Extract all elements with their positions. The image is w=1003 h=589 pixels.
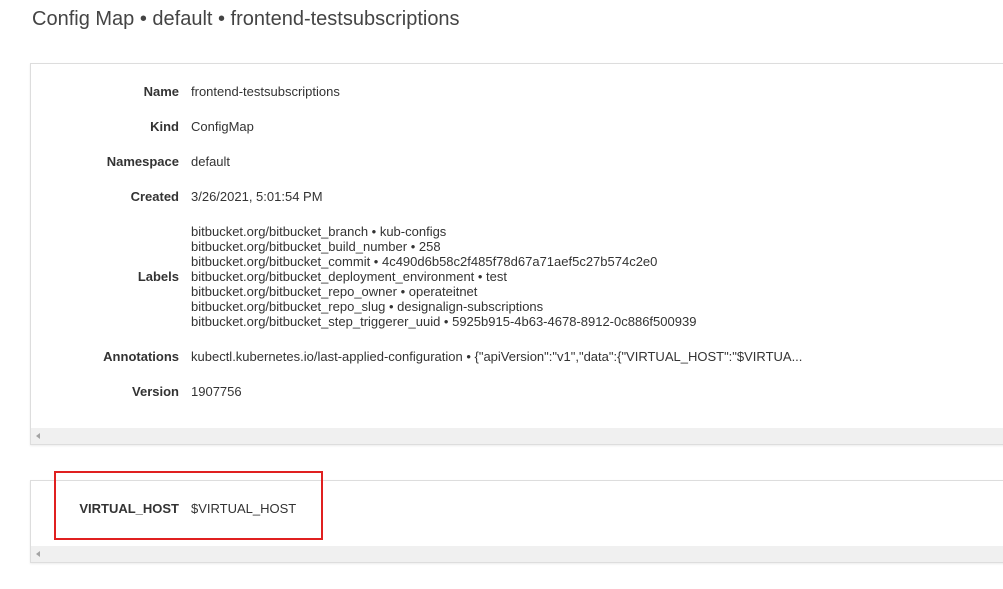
version-label: Version xyxy=(132,384,179,399)
horizontal-scrollbar[interactable] xyxy=(31,546,1003,562)
data-value: $VIRTUAL_HOST xyxy=(191,501,297,516)
label-item: bitbucket.org/bitbucket_step_triggerer_u… xyxy=(191,314,697,329)
annotations-value: kubectl.kubernetes.io/last-applied-confi… xyxy=(191,349,803,364)
label-item: bitbucket.org/bitbucket_build_number • 2… xyxy=(191,239,441,254)
created-value: 3/26/2021, 5:01:54 PM xyxy=(191,189,323,204)
namespace-link[interactable]: default xyxy=(191,154,230,169)
kind-label: Kind xyxy=(150,119,179,134)
data-panel: VIRTUAL_HOST $VIRTUAL_HOST xyxy=(30,480,1003,563)
label-item: bitbucket.org/bitbucket_branch • kub-con… xyxy=(191,224,447,239)
scroll-left-icon[interactable] xyxy=(36,551,40,557)
namespace-label: Namespace xyxy=(106,154,179,169)
label-item: bitbucket.org/bitbucket_commit • 4c490d6… xyxy=(191,254,658,269)
kind-value: ConfigMap xyxy=(191,119,254,134)
scroll-left-icon[interactable] xyxy=(36,433,40,439)
labels-list: bitbucket.org/bitbucket_branch • kub-con… xyxy=(191,224,696,329)
annotations-label: Annotations xyxy=(103,349,179,364)
labels-label: Labels xyxy=(137,269,179,284)
horizontal-scrollbar[interactable] xyxy=(31,428,1003,444)
label-item: bitbucket.org/bitbucket_repo_slug • desi… xyxy=(191,299,544,314)
page-title: Config Map • default • frontend-testsubs… xyxy=(32,8,460,30)
name-value: frontend-testsubscriptions xyxy=(191,84,340,99)
label-item: bitbucket.org/bitbucket_deployment_envir… xyxy=(191,269,508,284)
data-key: VIRTUAL_HOST xyxy=(79,501,179,516)
created-label: Created xyxy=(130,189,179,204)
metadata-panel: Name frontend-testsubscriptions Kind Con… xyxy=(30,63,1003,445)
label-item: bitbucket.org/bitbucket_repo_owner • ope… xyxy=(191,284,478,299)
version-value: 1907756 xyxy=(191,384,242,399)
name-label: Name xyxy=(143,84,179,99)
